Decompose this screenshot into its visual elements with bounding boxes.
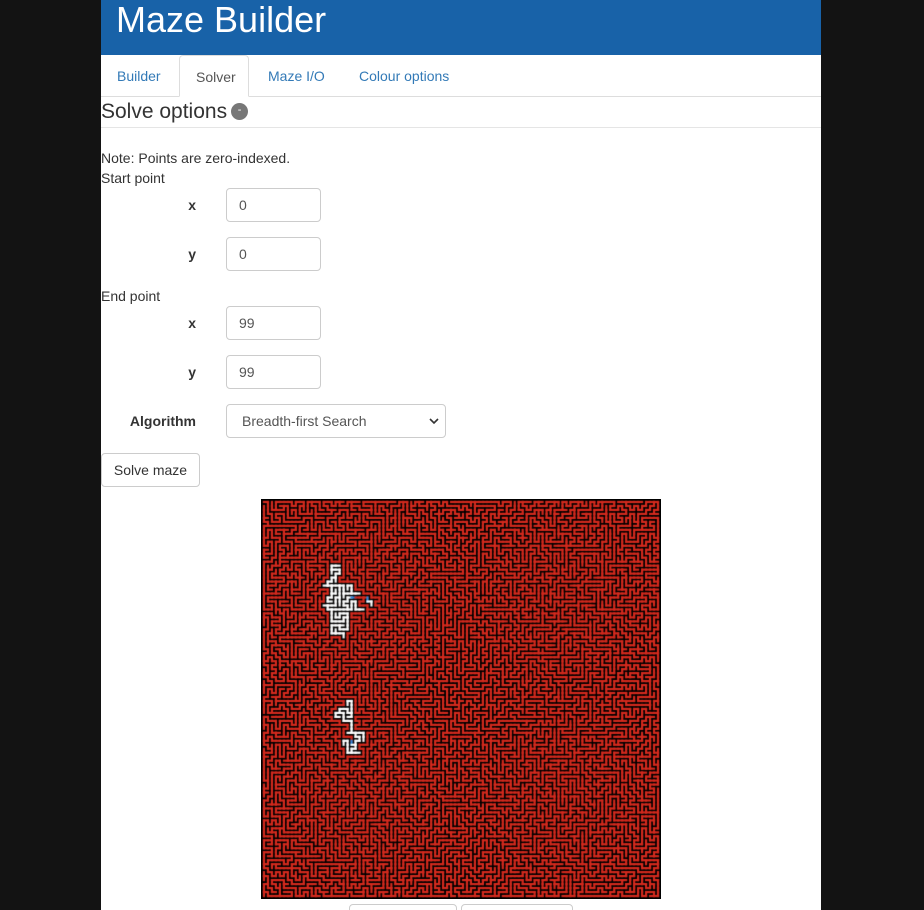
tab-solver[interactable]: Solver: [179, 55, 249, 97]
end-y-label: y: [188, 364, 196, 380]
end-x-input[interactable]: [226, 306, 321, 340]
end-x-label: x: [188, 315, 196, 331]
start-x-input[interactable]: [226, 188, 321, 222]
algorithm-selected-value: Breadth-first Search: [242, 413, 367, 429]
solve-options-title: Solve options: [101, 100, 228, 123]
start-point-label: Start point: [101, 170, 165, 186]
chevron-down-icon: [429, 418, 439, 425]
app-header: Maze Builder: [101, 0, 821, 55]
tab-builder[interactable]: Builder: [101, 55, 177, 97]
maze-solver-visualization: [262, 500, 660, 898]
app-title: Maze Builder: [116, 0, 327, 40]
end-point-label: End point: [101, 288, 161, 304]
algorithm-label: Algorithm: [129, 413, 196, 429]
tab-bar: Builder Solver Maze I/O Colour options: [101, 55, 821, 97]
maze-builder-page: Maze Builder Builder Solver Maze I/O Col…: [101, 0, 821, 910]
tab-maze-io[interactable]: Maze I/O: [252, 55, 341, 97]
maze-action-button-left[interactable]: [349, 904, 457, 910]
zero-index-note: Note: Points are zero-indexed.: [101, 150, 291, 166]
solve-maze-button[interactable]: Solve maze: [101, 453, 200, 487]
start-y-label: y: [188, 246, 196, 262]
start-x-label: x: [188, 197, 196, 213]
maze-canvas: [261, 499, 661, 899]
section-divider: [101, 127, 821, 128]
start-y-input[interactable]: [226, 237, 321, 271]
algorithm-select[interactable]: Breadth-first Search: [226, 404, 446, 438]
tab-colour-options[interactable]: Colour options: [343, 55, 465, 97]
maze-action-button-right[interactable]: [461, 904, 573, 910]
solve-options-heading: Solve options -: [101, 100, 249, 124]
end-y-input[interactable]: [226, 355, 321, 389]
collapse-toggle-badge[interactable]: -: [231, 102, 249, 120]
